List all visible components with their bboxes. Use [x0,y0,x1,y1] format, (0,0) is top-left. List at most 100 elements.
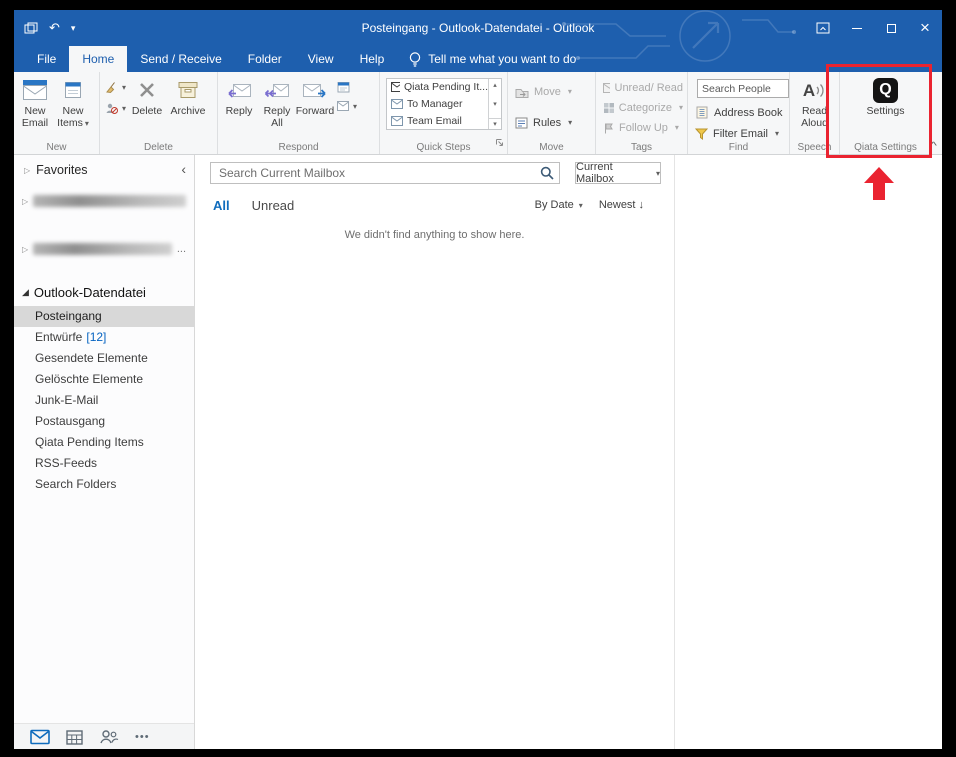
dropdown-icon: ▾ [122,83,126,92]
ribbon-tab-bar: File Home Send / Receive Folder View Hel… [14,46,942,72]
new-items-icon [63,77,83,103]
sort-newest-toggle[interactable]: Newest ↓ [599,199,644,211]
tab-help[interactable]: Help [347,46,398,72]
tab-folder[interactable]: Folder [235,46,295,72]
sweep-button[interactable]: ▾ [105,81,126,94]
redacted-suffix: ... [177,243,186,255]
rules-label: Rules [533,117,561,129]
more-apps-icon[interactable]: ••• [135,731,150,743]
group-label-move: Move [508,142,595,153]
redacted-text [33,243,172,255]
account-header[interactable]: ◢ Outlook-Datendatei [22,285,146,300]
quickstep-icon [391,99,403,109]
group-label-speech: Speech [790,142,839,153]
dropdown-icon: ▾ [85,119,89,128]
filter-unread[interactable]: Unread [252,198,295,213]
quickstep-item-team-email[interactable]: Team Email [387,112,488,129]
close-button[interactable]: × [908,10,942,46]
new-email-icon [22,77,48,103]
meeting-button[interactable] [337,81,357,93]
calendar-nav-icon[interactable] [66,729,83,745]
window-title: Posteingang - Outlook-Datendatei - Outlo… [14,10,942,46]
collapsed-triangle-icon[interactable]: ▷ [24,166,30,175]
delete-button[interactable]: Delete [128,74,166,117]
new-items-button[interactable]: New Items▾ [54,74,92,129]
folder-junk-e-mail[interactable]: Junk-E-Mail [14,390,194,411]
sort-by-date-dropdown[interactable]: By Date ▾ [535,199,583,211]
quickstep-item-to-manager[interactable]: To Manager [387,96,488,113]
folder-search-folders[interactable]: Search Folders [14,474,194,495]
categorize-button[interactable]: Categorize ▾ [603,99,683,116]
mail-nav-icon[interactable] [30,729,50,745]
maximize-button[interactable] [874,10,908,46]
tell-me-box[interactable]: Tell me what you want to do [409,46,576,72]
archive-icon [177,77,199,103]
archive-button[interactable]: Archive [166,74,210,117]
new-email-button[interactable]: New Email [16,74,54,129]
filter-email-button[interactable]: Filter Email ▾ [695,125,785,142]
redacted-favorite-item[interactable]: ▷ [22,193,186,209]
collapsed-triangle-icon[interactable]: ▷ [22,245,28,254]
group-label-quick-steps: Quick Steps [380,142,507,153]
scroll-up-icon[interactable]: ▴ [493,81,497,89]
tab-home[interactable]: Home [69,46,127,72]
folder-label: Posteingang [35,309,102,323]
read-aloud-button[interactable]: A Read Aloud [796,74,834,129]
collapse-ribbon-icon[interactable]: ^ [930,141,937,152]
move-folder-icon [515,86,529,98]
filter-all[interactable]: All [213,198,230,213]
rules-icon [515,117,528,129]
gallery-more-icon[interactable]: ▾ [489,118,501,128]
unread-read-button[interactable]: Unread/ Read [603,79,683,96]
search-scope-dropdown[interactable]: Current Mailbox ▾ [575,162,661,184]
forward-button[interactable]: Forward [296,74,334,117]
folder-rss-feeds[interactable]: RSS-Feeds [14,453,194,474]
im-button[interactable]: ▾ [337,101,357,111]
quick-steps-dialog-launcher-icon[interactable] [495,134,504,152]
scroll-down-icon[interactable]: ▾ [493,100,497,108]
tell-me-label: Tell me what you want to do [428,52,576,66]
reply-all-icon [264,77,290,103]
tab-send-receive[interactable]: Send / Receive [127,46,234,72]
folder-qiata-pending-items[interactable]: Qiata Pending Items [14,432,194,453]
expanded-triangle-icon[interactable]: ◢ [22,287,29,298]
new-items-text: New Items [57,105,83,129]
folder-gesendete-elemente[interactable]: Gesendete Elemente [14,348,194,369]
titlebar: ↶ ▾ Posteingang - Outlook-Datendatei - O… [14,10,942,46]
qiata-settings-button[interactable]: Q Settings [856,74,916,117]
forward-label: Forward [296,105,335,117]
people-nav-icon[interactable] [99,729,119,744]
read-aloud-letter: A [803,82,815,99]
junk-button[interactable]: ▾ [105,102,126,115]
sweep-icon [105,81,118,94]
search-icon[interactable] [540,166,554,185]
dropdown-icon: ▾ [675,123,679,132]
collapsed-triangle-icon[interactable]: ▷ [22,197,28,206]
quickstep-item-qiata-pending[interactable]: Qiata Pending It... [387,79,488,96]
search-mailbox-input[interactable] [210,162,560,184]
folder-geloeschte-elemente[interactable]: Gelöschte Elemente [14,369,194,390]
folder-entwuerfe[interactable]: Entwürfe[12] [14,327,194,348]
ribbon-display-options-icon[interactable] [806,10,840,46]
tab-view[interactable]: View [295,46,347,72]
reply-all-button[interactable]: Reply All [258,74,296,129]
filter-row: All Unread By Date ▾ Newest ↓ [213,195,644,215]
favorites-header[interactable]: ▷ Favorites [24,163,88,177]
delete-icon [138,77,156,103]
minimize-button[interactable] [840,10,874,46]
search-people-input[interactable] [697,79,789,98]
folder-posteingang[interactable]: Posteingang [14,306,194,327]
group-label-tags: Tags [596,142,687,153]
reply-button[interactable]: Reply [220,74,258,117]
rules-button[interactable]: Rules ▾ [515,114,591,131]
minimize-folder-pane-icon[interactable]: ‹ [181,161,186,177]
tab-file[interactable]: File [24,46,69,72]
new-items-label: New Items▾ [54,105,92,129]
folder-postausgang[interactable]: Postausgang [14,411,194,432]
read-aloud-icon: A [803,77,826,103]
move-button[interactable]: Move ▾ [515,83,591,100]
follow-up-button[interactable]: Follow Up ▾ [603,119,683,136]
unread-read-icon [603,83,610,93]
address-book-button[interactable]: Address Book [695,104,785,121]
redacted-favorite-item[interactable]: ▷ ... [22,241,186,257]
